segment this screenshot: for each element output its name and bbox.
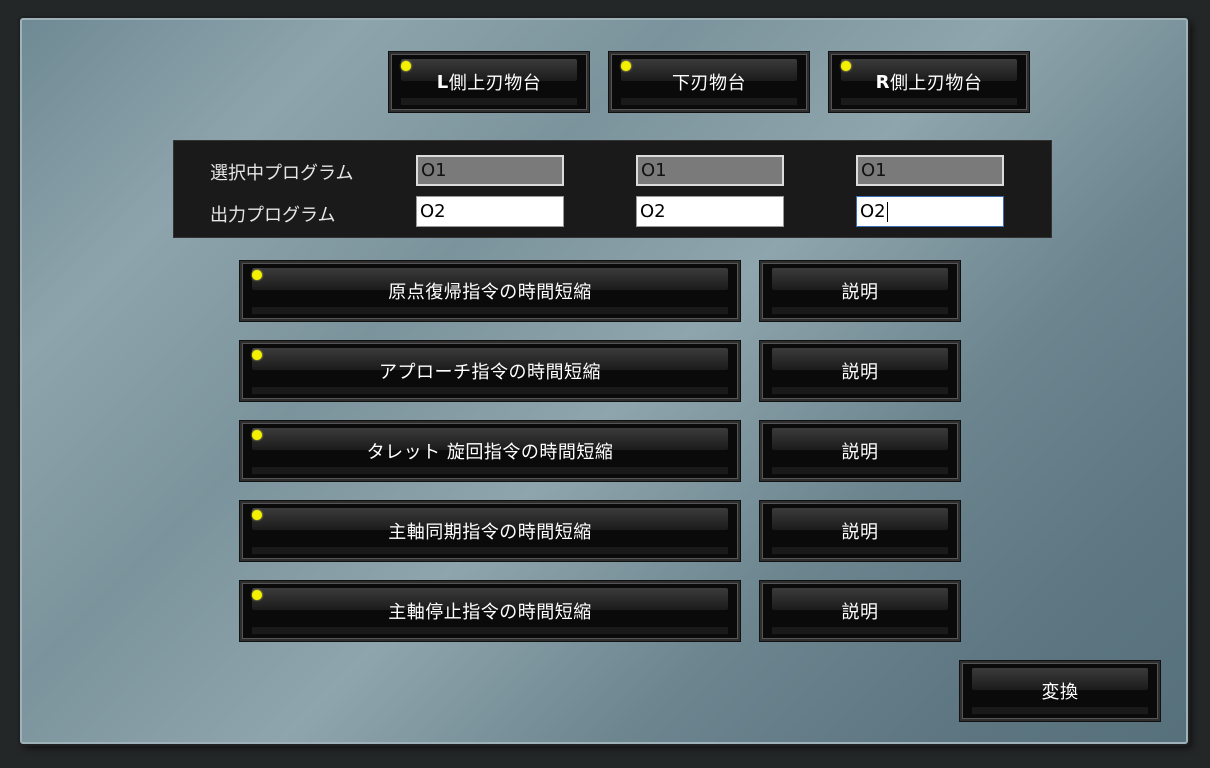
help-button-approach[interactable]: 説明 (760, 341, 960, 401)
command-label: 主軸停止指令の時間短縮 (388, 602, 592, 623)
help-button-spindle-stop[interactable]: 説明 (760, 581, 960, 641)
tab-prefix: L (436, 71, 449, 93)
tab-left-upper-turret[interactable]: L 側上刃物台 (389, 52, 589, 112)
help-label: 説明 (841, 602, 879, 623)
help-label: 説明 (841, 442, 879, 463)
help-label: 説明 (841, 282, 879, 303)
program-box: 選択中プログラム 出力プログラム O1 O1 O1 O2 O2 O2 (173, 140, 1052, 238)
help-label: 説明 (841, 522, 879, 543)
help-button-turret-index[interactable]: 説明 (760, 421, 960, 481)
output-program-input-right[interactable]: O2 (856, 196, 1004, 227)
convert-button[interactable]: 変換 (960, 661, 1160, 721)
command-label: タレット 旋回指令の時間短縮 (366, 442, 614, 463)
selected-program-field-lower: O1 (636, 155, 784, 186)
tab-label: 側上刃物台 (448, 73, 542, 94)
command-label: アプローチ指令の時間短縮 (379, 362, 601, 383)
command-button-spindle-stop[interactable]: 主軸停止指令の時間短縮 (240, 581, 740, 641)
command-button-home-return[interactable]: 原点復帰指令の時間短縮 (240, 261, 740, 321)
help-button-home-return[interactable]: 説明 (760, 261, 960, 321)
selected-program-field-left: O1 (416, 155, 564, 186)
output-program-input-left[interactable]: O2 (416, 196, 564, 227)
tab-label: 側上刃物台 (889, 73, 983, 94)
command-label: 主軸同期指令の時間短縮 (388, 522, 592, 543)
command-label: 原点復帰指令の時間短縮 (388, 282, 592, 303)
help-button-spindle-sync[interactable]: 説明 (760, 501, 960, 561)
command-button-turret-index[interactable]: タレット 旋回指令の時間短縮 (240, 421, 740, 481)
selected-program-label: 選択中プログラム (210, 163, 354, 184)
tab-prefix: R (875, 71, 890, 93)
command-button-approach[interactable]: アプローチ指令の時間短縮 (240, 341, 740, 401)
tab-label: 下刃物台 (672, 73, 746, 94)
output-program-label: 出力プログラム (210, 205, 336, 226)
text-caret (886, 201, 888, 222)
tab-right-upper-turret[interactable]: R 側上刃物台 (829, 52, 1029, 112)
output-program-input-lower[interactable]: O2 (636, 196, 784, 227)
command-button-spindle-sync[interactable]: 主軸同期指令の時間短縮 (240, 501, 740, 561)
output-program-value: O2 (860, 201, 886, 222)
convert-label: 変換 (1041, 682, 1079, 703)
selected-program-field-right: O1 (856, 155, 1004, 186)
tab-lower-turret[interactable]: 下刃物台 (609, 52, 809, 112)
help-label: 説明 (841, 362, 879, 383)
